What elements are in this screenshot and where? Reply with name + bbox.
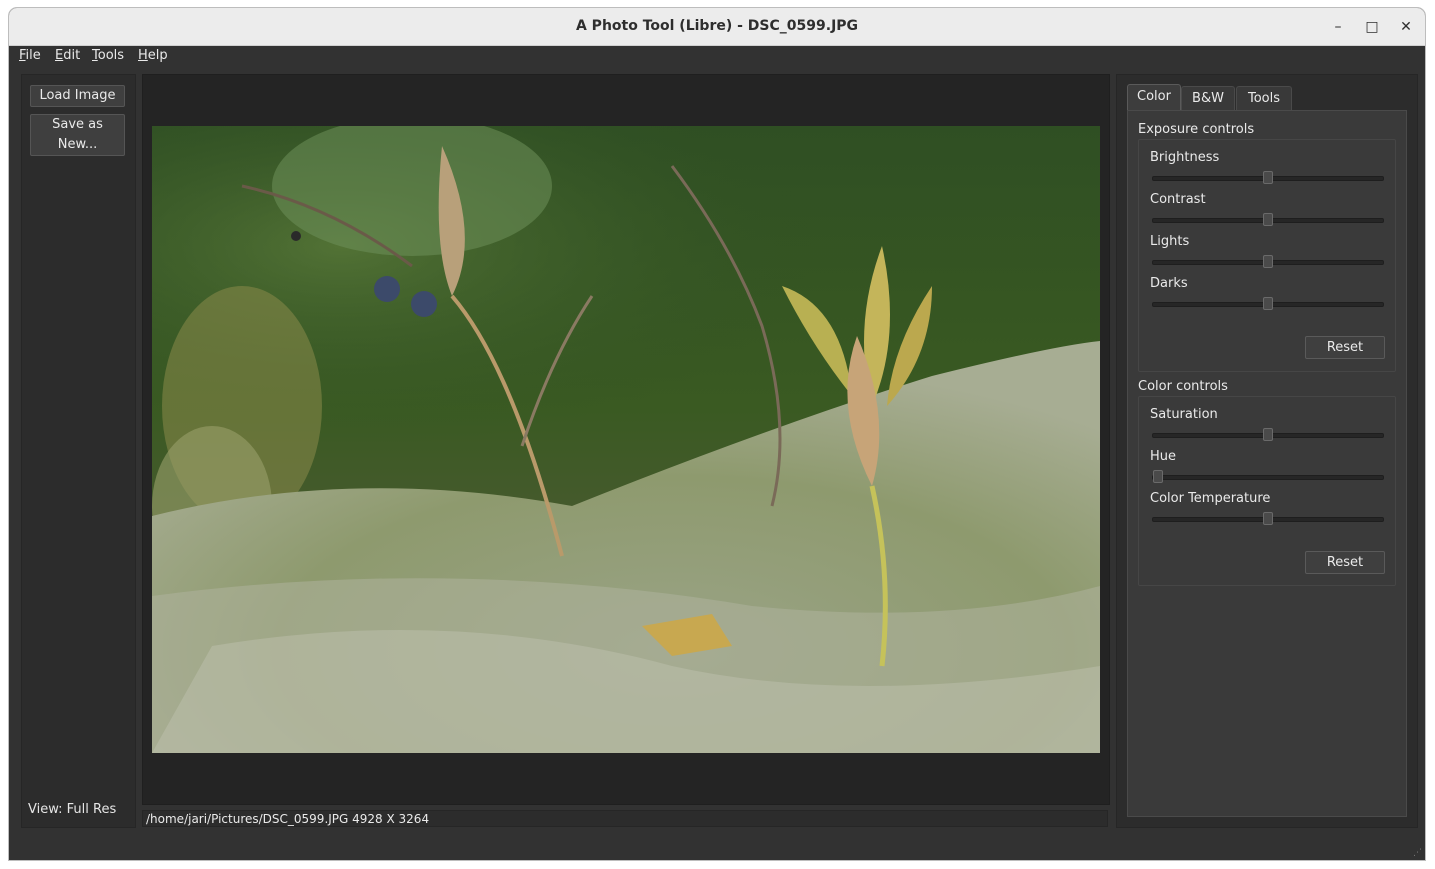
resize-grip-icon[interactable]: ⋰: [1413, 848, 1423, 858]
exposure-reset-button[interactable]: Reset: [1305, 336, 1385, 359]
color-temperature-slider-handle[interactable]: [1263, 512, 1273, 525]
menu-tools-label: ools: [97, 48, 125, 63]
maximize-button[interactable]: □: [1363, 18, 1381, 36]
window-title: A Photo Tool (Libre) - DSC_0599.JPG: [575, 18, 859, 34]
saturation-slider-handle[interactable]: [1263, 428, 1273, 441]
tab-tools[interactable]: Tools: [1236, 86, 1292, 111]
color-temperature-label: Color Temperature: [1150, 491, 1271, 506]
color-tab-pane: Exposure controls Brightness Contrast Li…: [1127, 110, 1407, 817]
tab-color[interactable]: Color: [1127, 84, 1181, 111]
menu-bar: File Edit Tools Help: [9, 46, 1425, 68]
color-controls-title: Color controls: [1138, 379, 1228, 394]
brightness-label: Brightness: [1150, 150, 1220, 165]
brightness-slider-handle[interactable]: [1263, 171, 1273, 184]
lights-slider[interactable]: [1152, 255, 1384, 268]
menu-tools[interactable]: Tools: [92, 48, 124, 63]
tab-bw[interactable]: B&W: [1181, 86, 1235, 111]
status-bar: /home/jari/Pictures/DSC_0599.JPG 4928 X …: [142, 810, 1108, 827]
contrast-slider-handle[interactable]: [1263, 213, 1273, 226]
close-button[interactable]: ✕: [1397, 18, 1415, 36]
brightness-slider[interactable]: [1152, 171, 1384, 184]
hue-slider[interactable]: [1152, 470, 1384, 483]
exposure-controls-group: Brightness Contrast Lights Darks Reset: [1138, 139, 1396, 372]
right-panel: Color B&W Tools Exposure controls Bright…: [1116, 74, 1418, 828]
menu-help-label: elp: [147, 48, 168, 63]
color-temperature-slider[interactable]: [1152, 512, 1384, 525]
color-controls-group: Saturation Hue Color Temperature Reset: [1138, 396, 1396, 586]
hue-slider-handle[interactable]: [1153, 470, 1163, 483]
menu-help[interactable]: Help: [138, 48, 168, 63]
minimize-button[interactable]: –: [1329, 18, 1347, 36]
menu-file-label: ile: [25, 48, 41, 63]
menu-help-mnemonic: H: [138, 48, 148, 63]
color-reset-button[interactable]: Reset: [1305, 551, 1385, 574]
menu-edit-label: dit: [63, 48, 81, 63]
view-mode-label: View: Full Res: [28, 802, 117, 817]
darks-slider[interactable]: [1152, 297, 1384, 310]
contrast-slider[interactable]: [1152, 213, 1384, 226]
menu-edit[interactable]: Edit: [55, 48, 80, 63]
photo-preview: [152, 126, 1100, 753]
save-as-new-button[interactable]: Save as New...: [30, 114, 125, 156]
darks-label: Darks: [1150, 276, 1188, 291]
menu-edit-mnemonic: E: [55, 48, 64, 63]
hue-label: Hue: [1150, 449, 1177, 464]
title-bar: A Photo Tool (Libre) - DSC_0599.JPG – □ …: [9, 8, 1425, 46]
load-image-button[interactable]: Load Image: [30, 85, 125, 107]
saturation-slider[interactable]: [1152, 428, 1384, 441]
app-window: A Photo Tool (Libre) - DSC_0599.JPG – □ …: [9, 8, 1425, 860]
saturation-label: Saturation: [1150, 407, 1218, 422]
lights-label: Lights: [1150, 234, 1190, 249]
exposure-controls-title: Exposure controls: [1138, 122, 1255, 137]
left-panel: Load Image Save as New...: [21, 74, 136, 828]
contrast-label: Contrast: [1150, 192, 1206, 207]
lights-slider-handle[interactable]: [1263, 255, 1273, 268]
image-canvas[interactable]: [142, 74, 1110, 805]
darks-slider-handle[interactable]: [1263, 297, 1273, 310]
menu-file[interactable]: File: [19, 48, 41, 63]
